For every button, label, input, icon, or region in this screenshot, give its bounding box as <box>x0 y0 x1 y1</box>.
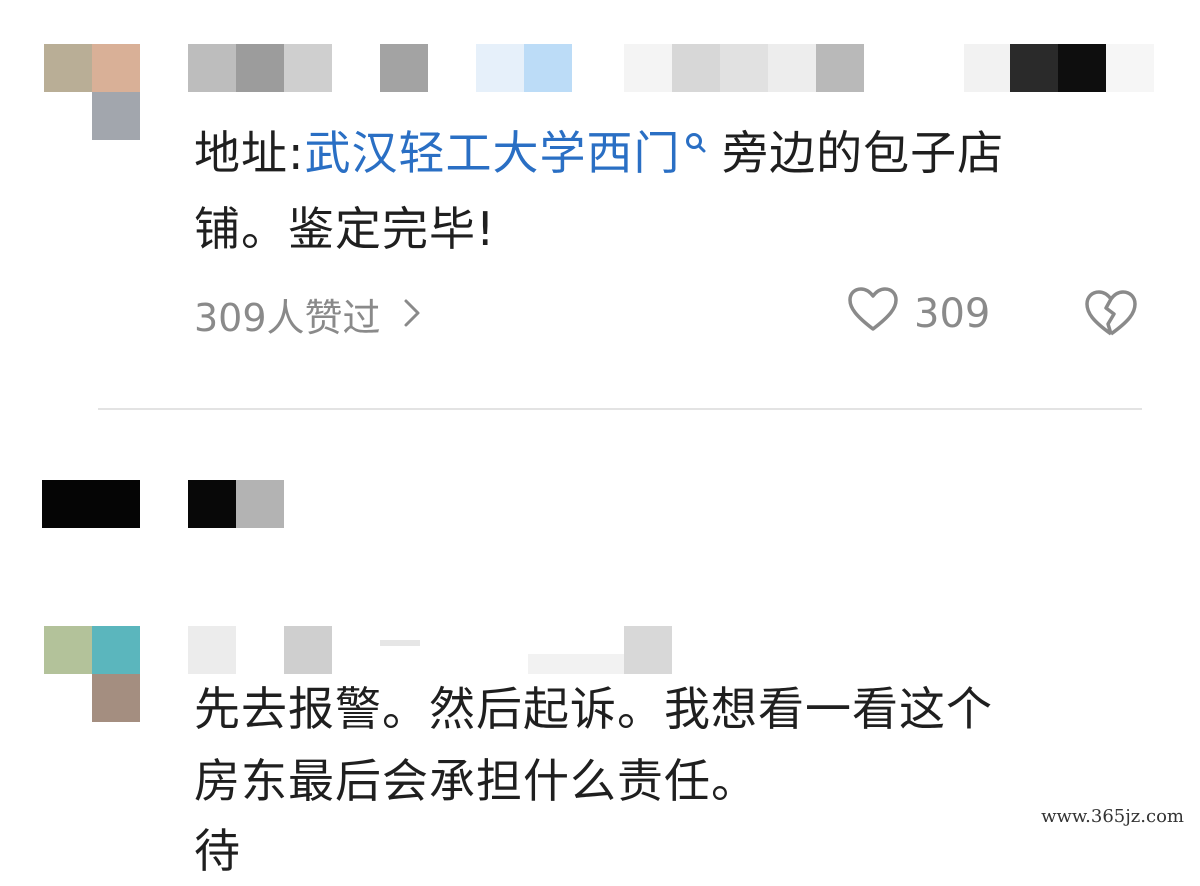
search-icon[interactable] <box>681 118 707 158</box>
like-count: 309 <box>914 291 991 337</box>
username-pixel <box>476 44 524 92</box>
username-pixel <box>964 44 1012 92</box>
avatar-pixel <box>92 92 140 140</box>
username-pixel <box>672 44 720 92</box>
username-pixel <box>380 640 420 646</box>
broken-heart-icon[interactable] <box>1082 288 1140 342</box>
avatar-pixel <box>92 674 140 722</box>
username-pixel <box>768 44 816 92</box>
username-pixel <box>816 44 864 92</box>
redaction-block <box>42 480 140 528</box>
username-pixel <box>236 44 284 92</box>
comment-divider <box>98 408 1142 410</box>
comment-1-prefix: 地址: <box>194 126 305 180</box>
redaction-block <box>188 480 236 528</box>
username-pixel <box>380 44 428 92</box>
avatar-pixel <box>44 44 92 92</box>
chevron-right-icon <box>403 293 421 337</box>
likes-summary: 309人赞过 <box>194 296 381 340</box>
likes-summary-link[interactable]: 309人赞过 <box>194 287 421 342</box>
comment-1-line-1: 地址:武汉轻工大学西门 旁边的包子店 <box>194 118 1004 188</box>
location-link[interactable]: 武汉轻工大学西门 <box>305 126 681 180</box>
comment-1-line-2: 铺。鉴定完毕! <box>194 202 496 256</box>
username-pixel <box>528 654 624 674</box>
avatar-pixel <box>92 44 140 92</box>
username-pixel <box>1010 44 1058 92</box>
username-pixel <box>720 44 768 92</box>
username-pixel <box>624 44 672 92</box>
username-pixel <box>1106 44 1154 92</box>
username-pixel <box>1058 44 1106 92</box>
username-pixel <box>624 626 672 674</box>
avatar-pixel <box>92 626 140 674</box>
username-pixel <box>188 44 236 92</box>
comment-2-line-3: 待 <box>194 824 241 878</box>
watermark: www.365jz.com <box>1035 804 1190 829</box>
comment-2-line-2: 房东最后会承担什么责任。 <box>194 754 758 808</box>
username-pixel <box>524 44 572 92</box>
avatar-pixel <box>44 626 92 674</box>
comment-1-suffix: 旁边的包子店 <box>706 126 1005 180</box>
username-pixel <box>284 626 332 674</box>
comment-2-line-1: 先去报警。然后起诉。我想看一看这个 <box>194 682 993 736</box>
username-pixel <box>284 44 332 92</box>
heart-icon <box>846 285 900 343</box>
redaction-block <box>236 480 284 528</box>
username-pixel <box>188 626 236 674</box>
like-button[interactable]: 309 <box>846 285 990 343</box>
